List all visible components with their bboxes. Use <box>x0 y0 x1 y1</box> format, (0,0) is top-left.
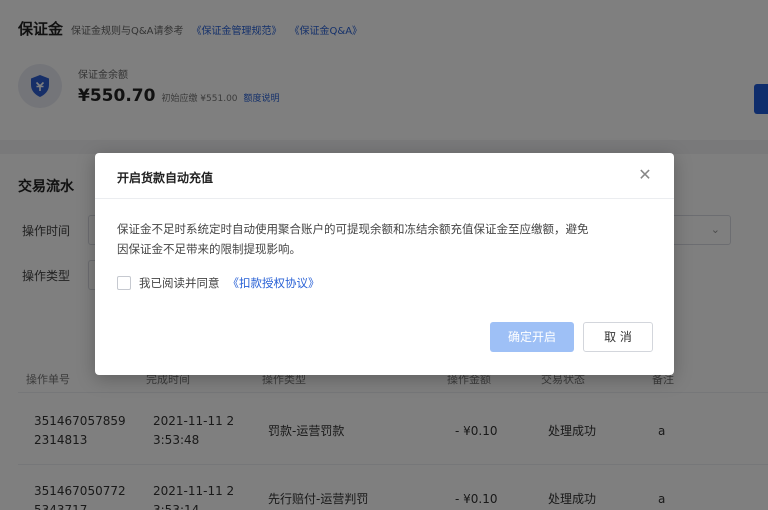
agree-label: 我已阅读并同意 <box>139 276 220 290</box>
dialog-title: 开启货款自动充值 <box>117 171 214 185</box>
auto-recharge-dialog: 开启货款自动充值 ✕ 保证金不足时系统定时自动使用聚合账户的可提现余额和冻结余额… <box>95 153 674 375</box>
cancel-button[interactable]: 取 消 <box>583 322 653 352</box>
close-icon[interactable]: ✕ <box>635 165 655 185</box>
agreement-row: 我已阅读并同意 《扣款授权协议》 <box>117 275 320 291</box>
authorization-agreement-link[interactable]: 《扣款授权协议》 <box>228 275 320 291</box>
agree-checkbox[interactable] <box>117 276 131 290</box>
dialog-description: 保证金不足时系统定时自动使用聚合账户的可提现余额和冻结余额充值保证金至应缴额，避… <box>117 222 589 256</box>
dialog-header: 开启货款自动充值 ✕ <box>95 153 674 199</box>
confirm-enable-button[interactable]: 确定开启 <box>490 322 574 352</box>
